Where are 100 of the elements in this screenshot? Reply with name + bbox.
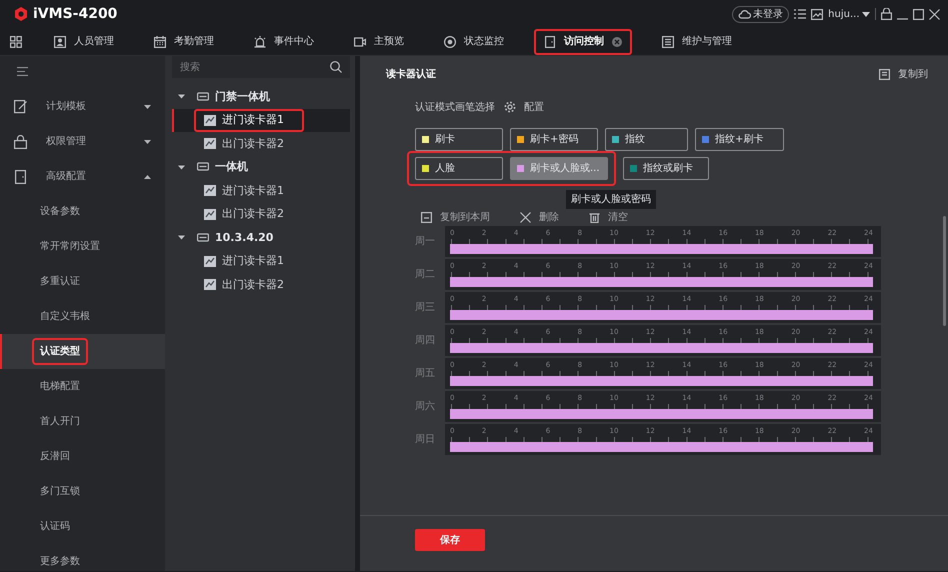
caret-icon: [862, 12, 870, 16]
card-reader-icon: [204, 114, 216, 126]
maximize-icon[interactable]: [913, 8, 924, 20]
tree-item[interactable]: 进门读卡器1: [172, 179, 350, 202]
nav-tab[interactable]: 主预览: [344, 28, 414, 54]
nav-tab[interactable]: 状态监控: [434, 28, 514, 54]
sidebar-item[interactable]: 认证码: [0, 509, 165, 544]
tree-item[interactable]: 进门读卡器1: [172, 250, 350, 273]
auth-mode-button[interactable]: 刷卡或人脸或...: [510, 157, 608, 180]
nav-tab[interactable]: 事件中心: [244, 28, 324, 54]
lock-icon[interactable]: [881, 8, 892, 20]
card-reader-icon: [204, 138, 216, 150]
menu-icon[interactable]: [17, 66, 28, 76]
day-label: 周一: [415, 235, 436, 249]
door-icon: [14, 170, 28, 184]
caret-down-icon: [178, 164, 185, 171]
sidebar-item[interactable]: 自定义韦根: [0, 299, 165, 334]
card-reader-icon: [204, 208, 216, 220]
gear-icon: [504, 101, 516, 113]
auth-mode-button[interactable]: 人脸: [415, 157, 503, 180]
day-label: 周三: [415, 301, 436, 315]
card-reader-icon: [204, 185, 216, 196]
edit-note-icon: [14, 100, 28, 114]
caret-down-icon: [178, 234, 185, 242]
sidebar-item[interactable]: 多重认证: [0, 264, 165, 299]
video-camera-icon: [354, 36, 366, 48]
caret-down-icon: [144, 104, 151, 108]
scrollbar-thumb[interactable]: [943, 216, 946, 326]
day-label: 周日: [415, 433, 436, 447]
lock-icon: [14, 134, 28, 148]
caret-down-icon: [178, 93, 185, 100]
tree-item[interactable]: 进门读卡器1: [172, 108, 350, 132]
sidebar-item[interactable]: 更多参数: [0, 544, 165, 572]
day-label: 周五: [415, 367, 436, 381]
auth-mode-button[interactable]: 刷卡: [415, 128, 503, 151]
tooltip: 刷卡或人脸或密码: [566, 190, 656, 209]
cloud-icon: [738, 9, 751, 19]
caret-down-icon: [144, 140, 151, 144]
auth-mode-button[interactable]: 指纹或刷卡: [623, 157, 709, 180]
brush-label: 认证模式画笔选择: [415, 100, 495, 114]
toolbar-button[interactable]: 删除: [520, 210, 559, 224]
copy-icon: [421, 212, 432, 222]
apps-grid-icon[interactable]: [10, 36, 22, 48]
tree-node[interactable]: 10.3.4.20: [172, 226, 350, 250]
sidebar-item[interactable]: 设备参数: [0, 194, 165, 229]
auth-mode-button[interactable]: 指纹: [605, 128, 688, 151]
sidebar-item[interactable]: 首人开门: [0, 404, 165, 439]
copy-to-button[interactable]: 复制到: [879, 66, 928, 82]
sidebar-item[interactable]: 常开常闭设置: [0, 229, 165, 264]
day-label: 周二: [415, 268, 436, 282]
tree-item[interactable]: 出门读卡器2: [172, 273, 350, 296]
status-dial-icon: [444, 36, 456, 48]
config-button[interactable]: 配置: [504, 100, 544, 114]
sidebar-item[interactable]: 电梯配置: [0, 369, 165, 404]
tree-node[interactable]: 门禁一体机: [172, 85, 350, 108]
tree-item[interactable]: 出门读卡器2: [172, 202, 350, 226]
caret-up-icon: [144, 174, 151, 178]
logo-icon: [14, 7, 28, 21]
door-icon: [544, 36, 556, 48]
copy-icon: [879, 68, 890, 80]
toolbar-button[interactable]: 清空: [589, 210, 628, 224]
tree-item[interactable]: 出门读卡器2: [172, 132, 350, 156]
sidebar-item[interactable]: 反潜回: [0, 439, 165, 474]
tree-node[interactable]: 一体机: [172, 156, 350, 179]
search-field[interactable]: 搜索: [172, 56, 350, 78]
sidebar-group[interactable]: 计划模板: [0, 89, 165, 124]
alarm-light-icon: [254, 36, 266, 48]
sidebar-item[interactable]: 多门互锁: [0, 474, 165, 509]
close-tab-icon[interactable]: [612, 36, 622, 46]
panel-title: 读卡器认证: [386, 68, 436, 82]
device-icon: [197, 232, 209, 243]
settings-panel-icon: [662, 36, 674, 48]
user-menu[interactable]: huju...: [828, 6, 870, 22]
image-icon[interactable]: [811, 8, 824, 20]
sidebar-item[interactable]: 认证类型: [0, 334, 165, 369]
sidebar-group[interactable]: 权限管理: [0, 124, 165, 159]
sidebar-group[interactable]: 高级配置: [0, 159, 165, 194]
app-title: iVMS-4200: [33, 4, 118, 24]
card-reader-icon: [204, 279, 216, 290]
auth-mode-button[interactable]: 刷卡+密码: [510, 128, 598, 151]
login-status[interactable]: 未登录: [732, 6, 790, 22]
close-icon[interactable]: [929, 8, 940, 20]
day-label: 周四: [415, 334, 436, 348]
toolbar-button[interactable]: 复制到本周: [421, 210, 490, 224]
nav-tab[interactable]: 人员管理: [44, 28, 124, 54]
cross-icon: [520, 212, 531, 222]
device-icon: [197, 162, 209, 172]
nav-tab[interactable]: 访问控制: [534, 28, 632, 54]
nav-tab[interactable]: 维护与管理: [652, 28, 742, 54]
person-card-icon: [54, 36, 66, 48]
device-icon: [197, 92, 209, 102]
auth-mode-button[interactable]: 指纹+刷卡: [695, 128, 784, 151]
search-icon[interactable]: [330, 61, 342, 73]
card-reader-icon: [204, 256, 216, 267]
day-label: 周六: [415, 400, 436, 414]
list-icon[interactable]: [794, 9, 806, 19]
save-button[interactable]: 保存: [415, 529, 485, 551]
calendar-icon: [154, 36, 166, 48]
nav-tab[interactable]: 考勤管理: [144, 28, 224, 54]
trash-icon: [589, 212, 600, 222]
